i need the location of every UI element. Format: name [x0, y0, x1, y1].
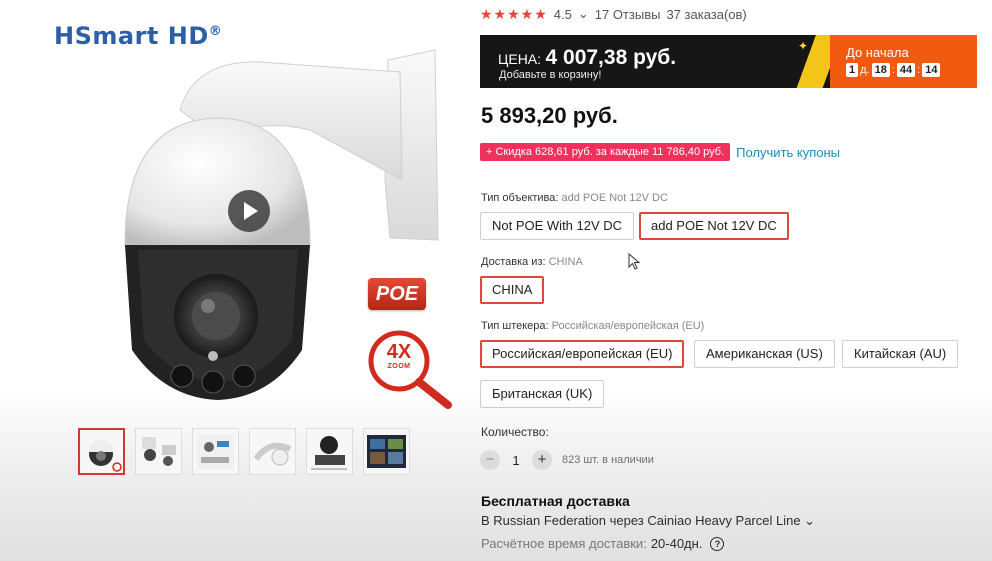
countdown-timer: 1 д. 18 : 44 : 14 — [846, 63, 941, 77]
countdown-days: 1 — [846, 63, 859, 77]
rating-score: 4.5 — [553, 6, 572, 22]
countdown-label: До начала — [846, 45, 909, 60]
thumbnail-3[interactable] — [192, 428, 239, 475]
plug-type-label: Тип штекера: Российская/европейская (EU) — [481, 320, 704, 332]
star-rating-icon: ★★★★★ — [480, 5, 548, 22]
quantity-plus-button[interactable]: + — [532, 450, 552, 470]
countdown-sep: : — [891, 64, 895, 76]
stock-count: 823 шт. в наличии — [562, 454, 654, 466]
shipping-estimate-value: 20-40дн. — [650, 536, 703, 551]
option-lens-add-poe[interactable]: add POE Not 12V DC — [639, 212, 789, 240]
ship-from-label: Доставка из: CHINA — [481, 256, 583, 268]
product-info-panel: ★★★★★ 4.5 ⌄ 17 Отзывы 37 заказа(ов) ЦЕНА… — [480, 0, 980, 561]
countdown-days-unit: д. — [860, 64, 870, 76]
option-plug-eu[interactable]: Российская/европейская (EU) — [480, 340, 685, 368]
lens-type-selected: add POE Not 12V DC — [561, 192, 668, 204]
thumbnail-6[interactable] — [363, 428, 410, 475]
option-plug-au[interactable]: Китайская (AU) — [842, 340, 959, 368]
poe-badge: POE — [368, 278, 426, 310]
rating-row: ★★★★★ 4.5 ⌄ 17 Отзывы 37 заказа(ов) — [480, 5, 747, 23]
thumbnail-5[interactable] — [306, 428, 353, 475]
promo-subtitle: Добавьте в корзину! — [499, 69, 602, 81]
product-gallery: HSmart HD® POE 4X ZOOM — [10, 0, 460, 420]
shipping-method-selector[interactable]: В Russian Federation через Cainiao Heavy… — [481, 513, 815, 529]
quantity-minus-button[interactable]: − — [480, 450, 500, 470]
promo-banner: ЦЕНА: 4 007,38 руб. Добавьте в корзину! … — [480, 35, 977, 88]
product-price: 5 893,20 руб. — [481, 103, 618, 128]
countdown-hours: 18 — [871, 63, 890, 77]
thumbnail-strip — [78, 428, 410, 475]
play-video-button[interactable] — [228, 190, 270, 232]
ship-from-selected: CHINA — [548, 256, 583, 268]
plug-type-title: Тип штекера: — [481, 320, 549, 332]
shipping-estimate-label: Расчётное время доставки: — [481, 536, 647, 551]
option-plug-us[interactable]: Американская (US) — [694, 340, 835, 368]
get-coupons-link[interactable]: Получить купоны — [736, 145, 840, 160]
help-icon[interactable]: ? — [710, 536, 725, 551]
discount-row: + Скидка 628,61 руб. за каждые 11 786,40… — [480, 142, 840, 162]
promo-price-value: 4 007,38 руб. — [545, 46, 677, 69]
option-lens-not-poe[interactable]: Not POE With 12V DC — [480, 212, 635, 240]
promo-price-label: ЦЕНА: — [498, 51, 542, 67]
zoom-label: 4X ZOOM — [376, 342, 422, 371]
zoom-badge: 4X ZOOM — [366, 328, 456, 410]
play-icon — [244, 202, 258, 220]
countdown-minutes: 44 — [896, 63, 916, 77]
chevron-down-icon[interactable]: ⌄ — [578, 6, 589, 22]
quantity-stepper: − 1 + 823 шт. в наличии — [480, 450, 654, 470]
thumbnail-1[interactable] — [78, 428, 125, 475]
lens-type-label: Тип объектива: add POE Not 12V DC — [481, 192, 668, 204]
ship-from-title: Доставка из: — [481, 256, 546, 268]
plug-type-selected: Российская/европейская (EU) — [551, 320, 705, 332]
countdown-box: До начала 1 д. 18 : 44 : 14 — [830, 35, 977, 88]
shipping-estimate: Расчётное время доставки: 20-40дн. ? — [481, 536, 725, 551]
discount-tag: + Скидка 628,61 руб. за каждые 11 786,40… — [480, 143, 731, 161]
countdown-seconds: 14 — [922, 63, 941, 77]
mouse-cursor-icon — [628, 253, 641, 270]
sparkle-icon: ✦ — [798, 39, 809, 53]
thumbnail-4[interactable] — [249, 428, 296, 475]
thumbnail-2[interactable] — [135, 428, 182, 475]
zoom-value: 4X — [386, 341, 412, 363]
zoom-small-text: ZOOM — [387, 363, 411, 370]
option-plug-uk[interactable]: Британская (UK) — [480, 380, 605, 408]
promo-price: ЦЕНА: 4 007,38 руб. — [498, 46, 676, 70]
reviews-count[interactable]: 17 Отзывы — [595, 7, 661, 22]
quantity-label: Количество: — [481, 425, 549, 439]
option-ship-china[interactable]: CHINA — [480, 276, 545, 304]
lens-type-title: Тип объектива: — [481, 192, 559, 204]
quantity-value[interactable]: 1 — [510, 453, 522, 468]
countdown-sep: : — [917, 64, 921, 76]
shipping-title: Бесплатная доставка — [481, 493, 630, 509]
orders-count: 37 заказа(ов) — [666, 6, 747, 22]
